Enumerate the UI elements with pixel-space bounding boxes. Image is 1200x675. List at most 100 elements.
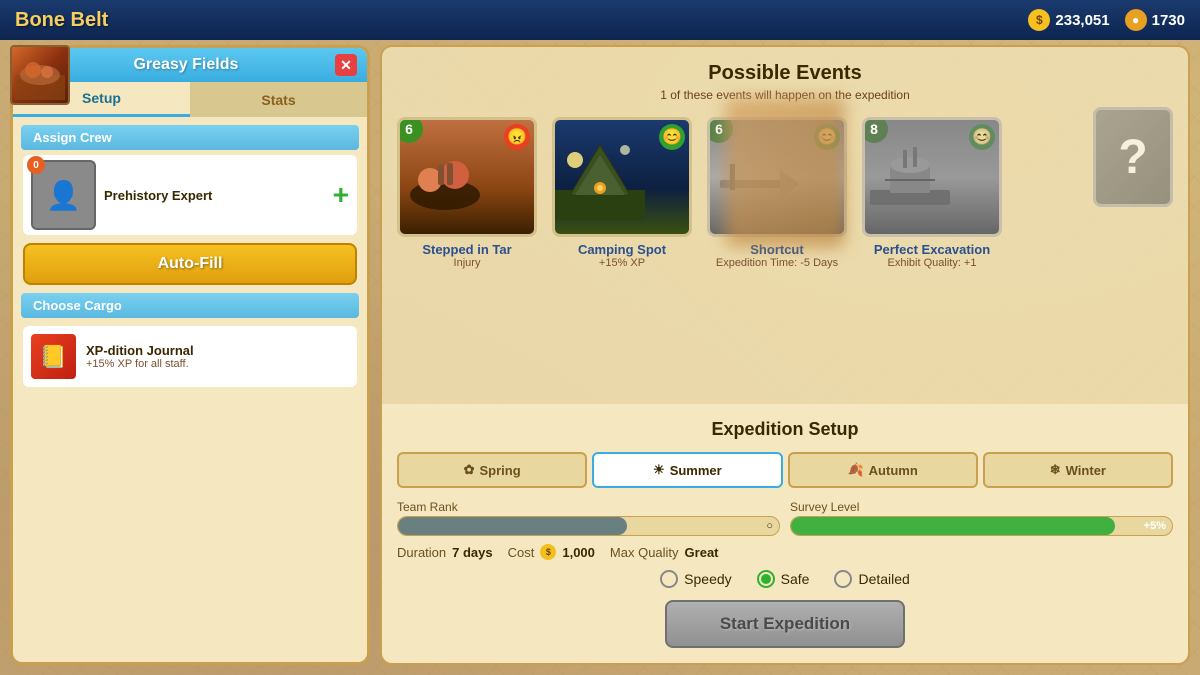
event-card-tar: 6 😠 Stepped in Tar Injury	[397, 117, 537, 269]
event-smiley-tar: 😠	[504, 124, 530, 150]
summer-icon: ☀	[653, 462, 665, 478]
max-quality-label: Max Quality	[610, 545, 679, 560]
event-detail-excavation: Exhibit Quality: +1	[862, 257, 1002, 269]
setup-panel: Expedition Setup ✿ Spring ☀ Summer 🍂 Aut…	[380, 404, 1190, 665]
event-detail-tar: Injury	[397, 257, 537, 269]
team-rank-fill	[398, 517, 627, 535]
safe-label: Safe	[781, 571, 810, 587]
event-detail-camping: +15% XP	[552, 257, 692, 269]
safe-radio-dot	[761, 574, 771, 584]
autumn-icon: 🍂	[847, 462, 863, 478]
survey-bonus: +5%	[1144, 520, 1166, 532]
setup-title: Expedition Setup	[397, 419, 1173, 440]
team-rank-container: Team Rank ○	[397, 500, 780, 536]
detailed-radio	[834, 570, 852, 588]
season-autumn-button[interactable]: 🍂 Autumn	[788, 452, 978, 488]
cargo-desc: +15% XP for all staff.	[86, 358, 194, 370]
assign-crew-header: Assign Crew	[21, 125, 359, 150]
team-rank-value: ○	[766, 520, 773, 532]
game-title: Bone Belt	[15, 9, 108, 32]
survey-level-label: Survey Level	[790, 500, 1173, 514]
detailed-label: Detailed	[858, 571, 909, 587]
event-smiley-excavation: 😊	[969, 124, 995, 150]
season-summer-button[interactable]: ☀ Summer	[592, 452, 782, 488]
location-thumbnail	[10, 45, 70, 105]
event-smiley-camping: 😊	[659, 124, 685, 150]
auto-fill-button[interactable]: Auto-Fill	[23, 243, 357, 285]
question-card: ?	[1093, 107, 1173, 207]
spring-icon: ✿	[464, 462, 475, 478]
event-image-camping: 😊	[552, 117, 692, 237]
location-thumb-image	[12, 47, 68, 103]
main-area: Possible Events 1 of these events will h…	[380, 45, 1190, 665]
cargo-name: XP-dition Journal	[86, 343, 194, 358]
cargo-icon: 📒	[31, 334, 76, 379]
cargo-info: XP-dition Journal +15% XP for all staff.	[86, 343, 194, 370]
cost-label: Cost	[508, 545, 535, 560]
event-card-excavation: 8 😊 Perfect Excavation Exhibit Quality: …	[862, 117, 1002, 269]
team-rank-label: Team Rank	[397, 500, 780, 514]
gold-icon: $	[1028, 9, 1050, 31]
location-name: Greasy Fields	[133, 56, 238, 74]
crew-avatar-icon: 👤	[46, 179, 81, 212]
event-name-excavation: Perfect Excavation	[862, 242, 1002, 257]
team-rank-bar: ○	[397, 516, 780, 536]
crew-badge: 0	[27, 156, 45, 174]
event-name-camping: Camping Spot	[552, 242, 692, 257]
gold-value: 233,051	[1055, 12, 1109, 29]
event-image-excavation: 8 😊	[862, 117, 1002, 237]
close-panel-button[interactable]: ✕	[335, 54, 357, 76]
winter-label: Winter	[1066, 463, 1106, 478]
event-name-tar: Stepped in Tar	[397, 242, 537, 257]
duration-value: 7 days	[452, 545, 492, 560]
speedy-radio	[660, 570, 678, 588]
duration-info: Duration 7 days	[397, 544, 493, 560]
duration-label: Duration	[397, 545, 446, 560]
resource-display: $ 233,051 ● 1730	[1028, 9, 1185, 31]
speedy-label: Speedy	[684, 571, 731, 587]
max-quality-info: Max Quality Great	[610, 544, 719, 560]
expedition-mode-buttons: Speedy Safe Detailed	[397, 570, 1173, 588]
autumn-label: Autumn	[869, 463, 918, 478]
survey-level-container: Survey Level +5%	[790, 500, 1173, 536]
tab-stats[interactable]: Stats	[190, 82, 367, 117]
mode-detailed-button[interactable]: Detailed	[834, 570, 909, 588]
safe-radio	[757, 570, 775, 588]
event-image-tar: 6 😠	[397, 117, 537, 237]
mode-safe-button[interactable]: Safe	[757, 570, 810, 588]
survey-level-fill	[791, 517, 1115, 535]
cost-info: Cost $ 1,000	[508, 544, 595, 560]
event-card-camping: 😊 Camping Spot +15% XP	[552, 117, 692, 269]
spring-label: Spring	[479, 463, 520, 478]
choose-cargo-header: Choose Cargo	[21, 293, 359, 318]
gem-icon: ●	[1125, 9, 1147, 31]
crew-name: Prehistory Expert	[104, 188, 212, 203]
gold-resource: $ 233,051	[1028, 9, 1109, 31]
event-detail-shortcut: Expedition Time: -5 Days	[707, 257, 847, 269]
events-title: Possible Events	[397, 62, 1173, 85]
summer-label: Summer	[670, 463, 722, 478]
hidden-event-card	[725, 97, 845, 247]
mode-speedy-button[interactable]: Speedy	[660, 570, 731, 588]
stats-row: Team Rank ○ Survey Level +5%	[397, 500, 1173, 536]
cargo-section: 📒 XP-dition Journal +15% XP for all staf…	[13, 323, 367, 390]
winter-icon: ❄	[1050, 462, 1061, 478]
events-panel: Possible Events 1 of these events will h…	[380, 45, 1190, 404]
survey-level-bar: +5%	[790, 516, 1173, 536]
cost-coin-icon: $	[540, 544, 556, 560]
gem-resource: ● 1730	[1125, 9, 1185, 31]
left-panel: ◀ Greasy Fields ✕ Setup Stats Assign Cre…	[10, 45, 370, 665]
expedition-info-row: Duration 7 days Cost $ 1,000 Max Quality…	[397, 544, 1173, 560]
season-buttons: ✿ Spring ☀ Summer 🍂 Autumn ❄ Winter	[397, 452, 1173, 488]
season-spring-button[interactable]: ✿ Spring	[397, 452, 587, 488]
max-quality-value: Great	[685, 545, 719, 560]
top-bar: Bone Belt $ 233,051 ● 1730	[0, 0, 1200, 40]
crew-slot: 👤 0	[31, 160, 96, 230]
cargo-item: 📒 XP-dition Journal +15% XP for all staf…	[23, 326, 357, 387]
cost-value: 1,000	[562, 545, 595, 560]
season-winter-button[interactable]: ❄ Winter	[983, 452, 1173, 488]
add-crew-button[interactable]: +	[333, 179, 349, 211]
start-expedition-button[interactable]: Start Expedition	[665, 600, 905, 648]
crew-row: 👤 0 Prehistory Expert +	[23, 155, 357, 235]
gem-value: 1730	[1152, 12, 1185, 29]
